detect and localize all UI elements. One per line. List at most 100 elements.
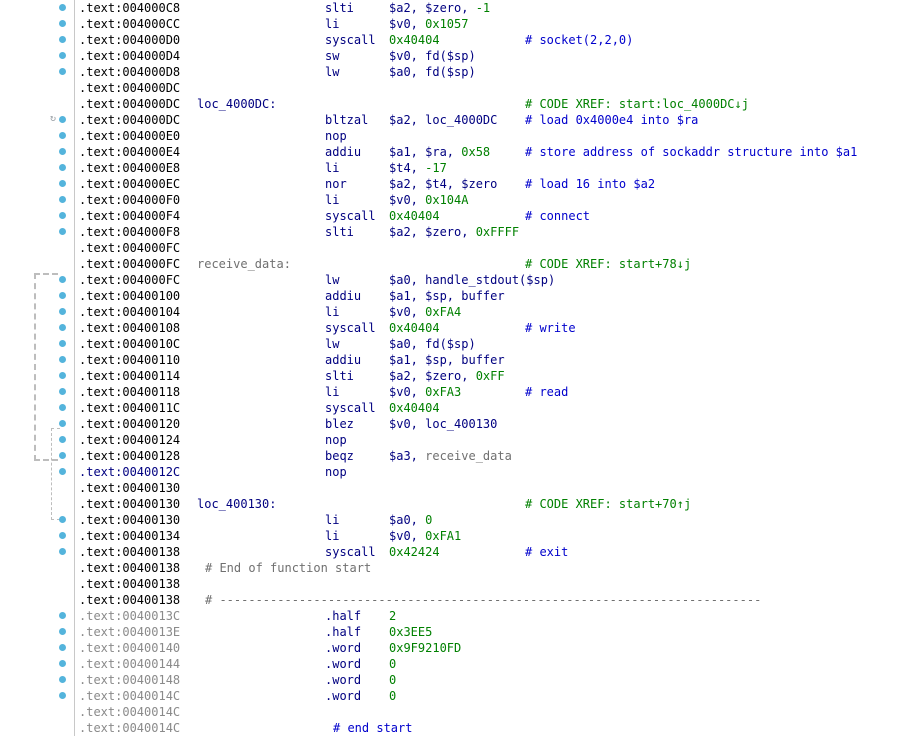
- operand-part: 0x3EE5: [389, 625, 433, 639]
- listing-row[interactable]: .text:00400140 .word 0x9F9210FD: [0, 640, 912, 656]
- listing-row[interactable]: .text:00400138 # End of function start: [0, 560, 912, 576]
- address: .text:00400144: [79, 657, 181, 671]
- listing-row[interactable]: .text:004000F0 li $v0, 0x104A: [0, 192, 912, 208]
- instruction-marker-icon[interactable]: [59, 148, 66, 155]
- listing-row[interactable]: .text:00400118 li $v0, 0xFA3 # read: [0, 384, 912, 400]
- listing-row[interactable]: .text:004000E0 nop: [0, 128, 912, 144]
- instruction-marker-icon[interactable]: [59, 644, 66, 651]
- instruction-marker-icon[interactable]: [59, 516, 66, 523]
- instruction-marker-icon[interactable]: [59, 68, 66, 75]
- instruction-marker-icon[interactable]: [59, 212, 66, 219]
- address: .text:00400128: [79, 449, 181, 463]
- instruction-marker-icon[interactable]: [59, 36, 66, 43]
- listing-row[interactable]: .text:00400144 .word 0: [0, 656, 912, 672]
- code-label[interactable]: loc_4000DC:: [197, 96, 276, 112]
- listing-row[interactable]: .text:00400148 .word 0: [0, 672, 912, 688]
- operands: 0: [389, 688, 396, 704]
- listing-row[interactable]: .text:00400128 beqz $a3, receive_data: [0, 448, 912, 464]
- instruction-marker-icon[interactable]: [59, 228, 66, 235]
- listing-row[interactable]: .text:0040013C .half 2: [0, 608, 912, 624]
- comment: # connect: [525, 209, 591, 223]
- operand-part[interactable]: receive_data: [425, 449, 512, 463]
- listing-row[interactable]: ↻ .text:004000DC bltzal $a2, loc_4000DC # lo…: [0, 112, 912, 128]
- listing-row[interactable]: .text:00400110 addiu $a1, $sp, buffer: [0, 352, 912, 368]
- listing-row[interactable]: .text:00400108 syscall 0x40404 # write: [0, 320, 912, 336]
- listing-row[interactable]: .text:004000C8 slti $a2, $zero, -1: [0, 0, 912, 16]
- instruction-marker-icon[interactable]: [59, 276, 66, 283]
- instruction-marker-icon[interactable]: [59, 292, 66, 299]
- instruction-marker-icon[interactable]: [59, 388, 66, 395]
- instruction-marker-icon[interactable]: [59, 660, 66, 667]
- listing-row[interactable]: .text:00400134 li $v0, 0xFA1: [0, 528, 912, 544]
- instruction-marker-icon[interactable]: [59, 308, 66, 315]
- listing-row[interactable]: .text:0040014C: [0, 704, 912, 720]
- listing-row[interactable]: .text:00400138 # ------------------------…: [0, 592, 912, 608]
- instruction-marker-icon[interactable]: [59, 132, 66, 139]
- operands: 0: [389, 656, 396, 672]
- instruction-marker-icon[interactable]: [59, 116, 66, 123]
- listing-row[interactable]: .text:004000D0 syscall 0x40404 # socket(2,2…: [0, 32, 912, 48]
- operand-part: $a1, $sp, buffer: [389, 353, 505, 367]
- instruction-marker-icon[interactable]: [59, 628, 66, 635]
- comment: # load 0x4000e4 into $ra: [525, 113, 699, 127]
- listing-row[interactable]: .text:004000F4 syscall 0x40404 # connect: [0, 208, 912, 224]
- listing-row[interactable]: .text:004000FC: [0, 240, 912, 256]
- listing-row[interactable]: .text:004000E8 li $t4, -17: [0, 160, 912, 176]
- code-label[interactable]: receive_data:: [197, 256, 291, 272]
- listing-row[interactable]: .text:004000F8 slti $a2, $zero, 0xFFFF: [0, 224, 912, 240]
- listing-row[interactable]: .text:00400138: [0, 576, 912, 592]
- instruction-marker-icon[interactable]: [59, 196, 66, 203]
- listing-row[interactable]: .text:0040012C nop: [0, 464, 912, 480]
- instruction-marker-icon[interactable]: [59, 20, 66, 27]
- instruction-marker-icon[interactable]: [59, 340, 66, 347]
- breakpoint-icon[interactable]: ↻: [50, 114, 60, 124]
- listing-row[interactable]: .text:0040011C syscall 0x40404: [0, 400, 912, 416]
- instruction-marker-icon[interactable]: [59, 612, 66, 619]
- listing-row[interactable]: .text:004000DC: [0, 80, 912, 96]
- instruction-marker-icon[interactable]: [59, 692, 66, 699]
- instruction-marker-icon[interactable]: [59, 676, 66, 683]
- instruction-marker-icon[interactable]: [59, 468, 66, 475]
- code-label[interactable]: loc_400130:: [197, 496, 276, 512]
- listing-row[interactable]: .text:00400100 addiu $a1, $sp, buffer: [0, 288, 912, 304]
- operand-part: 0x40404: [389, 33, 440, 47]
- listing-row[interactable]: .text:004000D8 lw $a0, fd($sp): [0, 64, 912, 80]
- listing-row[interactable]: .text:004000CC li $v0, 0x1057: [0, 16, 912, 32]
- instruction-marker-icon[interactable]: [59, 532, 66, 539]
- instruction-marker-icon[interactable]: [59, 180, 66, 187]
- instruction-marker-icon[interactable]: [59, 356, 66, 363]
- instruction-marker-icon[interactable]: [59, 52, 66, 59]
- listing-row[interactable]: .text:00400114 slti $a2, $zero, 0xFF: [0, 368, 912, 384]
- listing-row[interactable]: .text:004000D4 sw $v0, fd($sp): [0, 48, 912, 64]
- operand-part: 0xFA3: [425, 385, 462, 399]
- listing-row[interactable]: .text:0040010C lw $a0, fd($sp): [0, 336, 912, 352]
- listing-row[interactable]: .text:0040014C .word 0: [0, 688, 912, 704]
- listing-row[interactable]: .text:00400104 li $v0, 0xFA4: [0, 304, 912, 320]
- listing-row[interactable]: .text:004000FC lw $a0, handle_stdout($sp): [0, 272, 912, 288]
- comment: # store address of sockaddr structure in…: [525, 145, 858, 159]
- instruction-marker-icon[interactable]: [59, 452, 66, 459]
- listing-row[interactable]: .text:004000FC receive_data: # CODE XREF: …: [0, 256, 912, 272]
- address: .text:0040010C: [79, 337, 181, 351]
- instruction-marker-icon[interactable]: [59, 420, 66, 427]
- listing-row[interactable]: .text:00400124 nop: [0, 432, 912, 448]
- listing-row[interactable]: .text:004000E4 addiu $a1, $ra, 0x58 # store…: [0, 144, 912, 160]
- instruction-marker-icon[interactable]: [59, 404, 66, 411]
- listing-row[interactable]: .text:0040013E .half 0x3EE5: [0, 624, 912, 640]
- listing-row[interactable]: .text:004000EC nor $a2, $t4, $zero # load 1…: [0, 176, 912, 192]
- listing-row[interactable]: .text:00400130 loc_400130: # CODE XREF: st…: [0, 496, 912, 512]
- listing-row[interactable]: .text:00400120 blez $v0, loc_400130: [0, 416, 912, 432]
- instruction-marker-icon[interactable]: [59, 436, 66, 443]
- instruction-marker-icon[interactable]: [59, 324, 66, 331]
- instruction-marker-icon[interactable]: [59, 372, 66, 379]
- listing-row[interactable]: .text:00400130 li $a0, 0: [0, 512, 912, 528]
- listing-row[interactable]: .text:004000DC loc_4000DC: # CODE XREF: st…: [0, 96, 912, 112]
- listing-row[interactable]: .text:00400130: [0, 480, 912, 496]
- listing-row[interactable]: .text:00400138 syscall 0x42424 # exit: [0, 544, 912, 560]
- operand-part: 0xFA4: [425, 305, 462, 319]
- address: .text:004000EC: [79, 177, 181, 191]
- instruction-marker-icon[interactable]: [59, 4, 66, 11]
- instruction-marker-icon[interactable]: [59, 164, 66, 171]
- instruction-marker-icon[interactable]: [59, 548, 66, 555]
- listing-row[interactable]: .text:0040014C # end start: [0, 720, 912, 736]
